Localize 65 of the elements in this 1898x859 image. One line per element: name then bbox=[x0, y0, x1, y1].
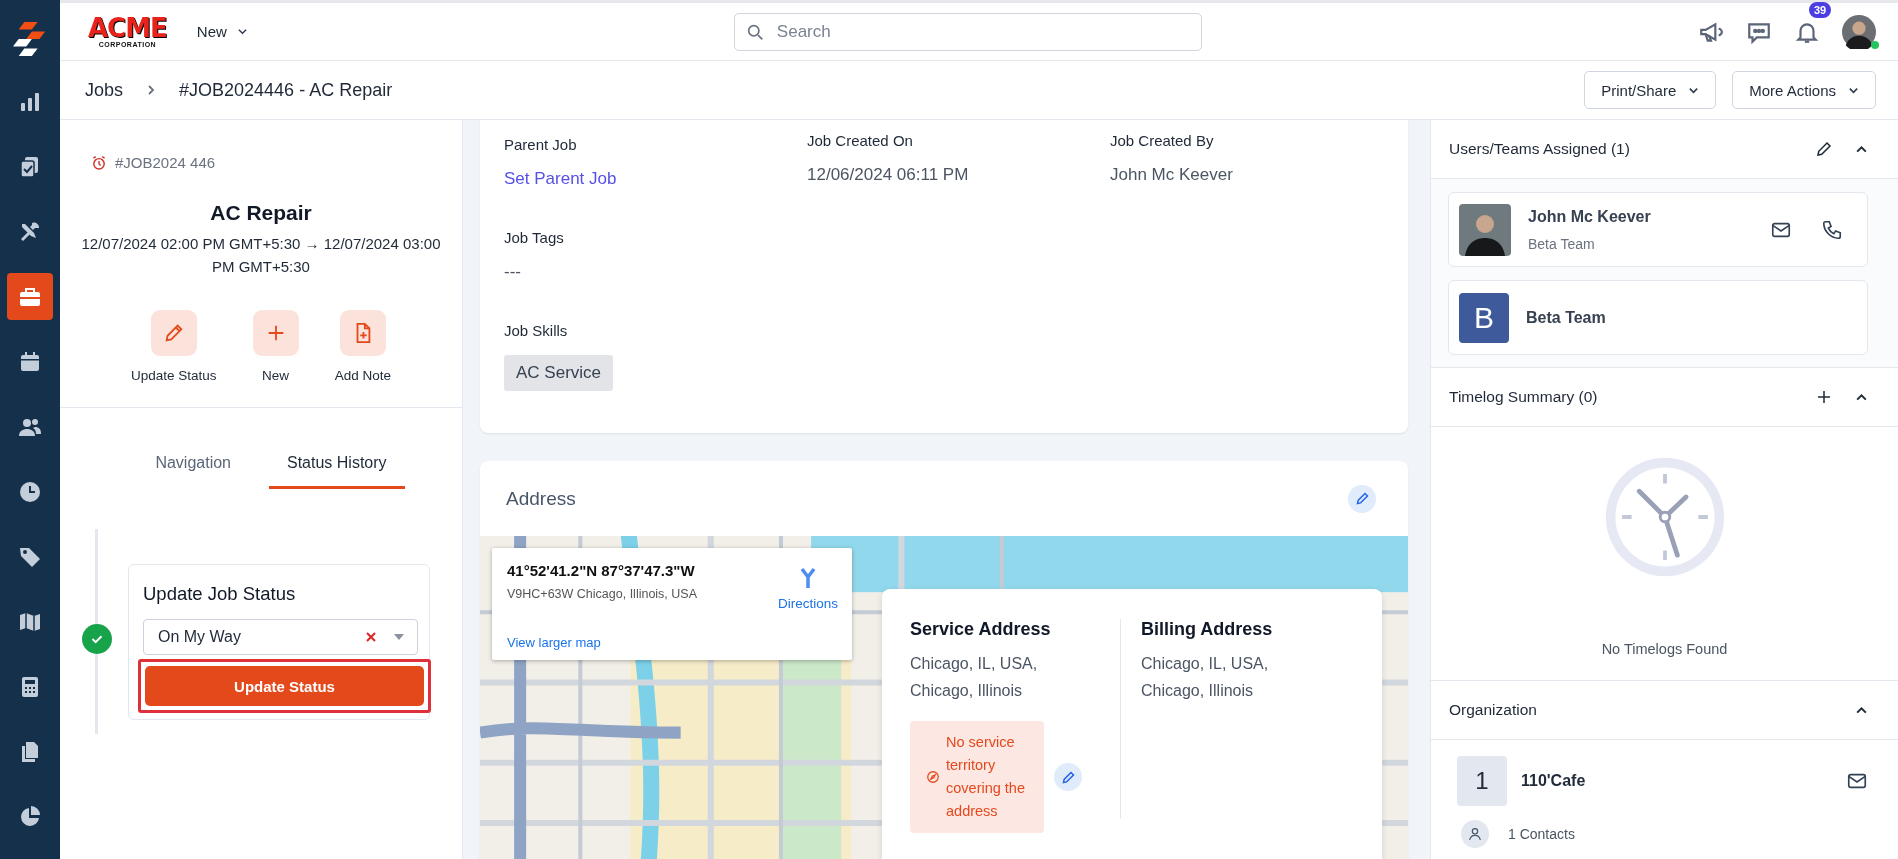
phone-icon[interactable] bbox=[1821, 218, 1843, 241]
edit-icon[interactable] bbox=[1815, 140, 1833, 158]
pencil-icon bbox=[1354, 491, 1370, 506]
notification-count: 39 bbox=[1809, 1, 1832, 18]
new-menu-button[interactable]: New bbox=[190, 22, 254, 41]
search-field[interactable]: Search bbox=[733, 12, 1202, 51]
field-value: 12/06/2024 06:11 PM bbox=[807, 165, 969, 185]
edit-button[interactable] bbox=[1348, 484, 1376, 513]
empty-message: No Timelogs Found bbox=[1601, 641, 1728, 657]
card-title: Update Job Status bbox=[143, 583, 297, 605]
member-name: John Mc Keever bbox=[1528, 207, 1651, 226]
job-title: AC Repair bbox=[210, 201, 312, 225]
status-select[interactable]: On My Way bbox=[143, 619, 418, 655]
job-number: #JOB2024 446 bbox=[115, 154, 216, 171]
edit-button[interactable] bbox=[1054, 763, 1082, 791]
coordinates: 41°52'41.2"N 87°37'47.3"W bbox=[507, 562, 696, 579]
team-name: Beta Team bbox=[1526, 308, 1606, 327]
directions-button[interactable]: Directions bbox=[777, 562, 838, 650]
view-larger-map-link[interactable]: View larger map bbox=[507, 635, 778, 650]
clear-icon[interactable] bbox=[365, 631, 377, 643]
team-avatar: B bbox=[1459, 292, 1509, 343]
organization-avatar: 1 bbox=[1457, 756, 1507, 806]
field-value: John Mc Keever bbox=[1110, 165, 1233, 185]
field-label: Job Created By bbox=[1110, 132, 1214, 149]
section-title: Timelog Summary (0) bbox=[1449, 388, 1599, 406]
contacts-count: 1 Contacts bbox=[1508, 826, 1575, 842]
alarm-clock-icon bbox=[91, 154, 107, 171]
skill-tag: AC Service bbox=[504, 355, 614, 391]
field-label: Job Skills bbox=[504, 322, 568, 339]
breadcrumb-link[interactable]: Jobs bbox=[85, 79, 124, 101]
search-icon bbox=[746, 23, 764, 41]
address-heading: Service Address bbox=[910, 619, 1052, 640]
user-avatar[interactable] bbox=[1842, 14, 1876, 49]
section-title: Organization bbox=[1449, 701, 1538, 719]
person-icon bbox=[1461, 820, 1489, 848]
tab[interactable]: Status History bbox=[269, 446, 405, 489]
field-label: Job Tags bbox=[504, 229, 564, 246]
chevron-down-icon bbox=[236, 26, 248, 37]
section-title: Users/Teams Assigned (1) bbox=[1449, 140, 1631, 158]
update-status-button[interactable]: Update Status bbox=[131, 310, 217, 383]
pencil-icon bbox=[1060, 769, 1076, 785]
update-status-submit-button[interactable]: Update Status bbox=[145, 666, 424, 706]
field-label: Parent Job bbox=[504, 136, 577, 153]
actions-dropdown-button[interactable]: Print/Share bbox=[1584, 71, 1717, 109]
briefcase-icon[interactable] bbox=[7, 273, 53, 320]
field-label: Job Created On bbox=[807, 132, 913, 149]
organization-name: 110'Cafe bbox=[1521, 772, 1586, 790]
plus-code: V9HC+63W Chicago, Illinois, USA bbox=[507, 587, 698, 601]
add-icon[interactable] bbox=[1815, 388, 1833, 406]
address-heading: Billing Address bbox=[1141, 619, 1274, 640]
member-team: Beta Team bbox=[1528, 235, 1596, 252]
job-schedule: 12/07/2024 02:00 PM GMT+5:30 → 12/07/2024 03:00 PM GMT+5:30 bbox=[80, 234, 442, 277]
compass-icon bbox=[926, 770, 940, 784]
territory-warning: No service territory covering the address bbox=[910, 721, 1044, 833]
field-value: --- bbox=[504, 262, 521, 282]
address-line: Chicago, Illinois bbox=[1141, 681, 1255, 701]
address-line: Chicago, IL, USA, bbox=[1141, 654, 1270, 674]
address-line: Chicago, Illinois bbox=[910, 681, 1024, 701]
address-line: Chicago, IL, USA, bbox=[910, 654, 1039, 674]
actions-dropdown-button[interactable]: More Actions bbox=[1732, 71, 1876, 109]
page-title: #JOB2024446 - AC Repair bbox=[179, 79, 393, 101]
set-parent-job-link[interactable]: Set Parent Job bbox=[504, 169, 617, 189]
tab[interactable]: Navigation bbox=[137, 446, 249, 489]
section-title: Address bbox=[506, 487, 576, 510]
dropdown-caret-icon[interactable] bbox=[393, 633, 405, 641]
